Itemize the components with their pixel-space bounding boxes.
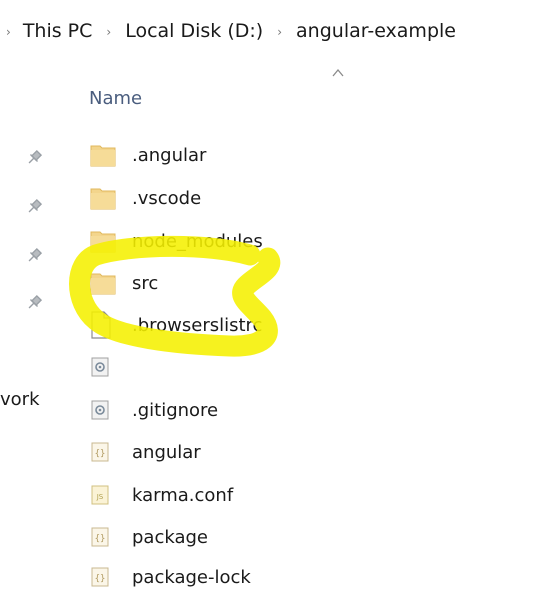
list-item-folder[interactable]: .angular xyxy=(90,140,390,170)
svg-text:{}: {} xyxy=(95,574,106,584)
list-item-folder[interactable]: node_modules xyxy=(90,226,390,256)
file-list: .angular .vscode node_modules src .brows… xyxy=(0,0,548,590)
svg-text:{}: {} xyxy=(95,449,106,459)
config-file-icon xyxy=(90,352,120,382)
js-file-icon: JS xyxy=(90,480,120,510)
list-item-folder[interactable]: src xyxy=(90,268,390,298)
svg-text:JS: JS xyxy=(96,493,104,501)
list-item-file[interactable]: {} package-lock xyxy=(90,562,390,592)
list-item-folder[interactable]: .vscode xyxy=(90,183,390,213)
list-item-file[interactable]: .gitignore xyxy=(90,395,390,425)
list-item-file[interactable]: .browserslistrc xyxy=(90,310,390,340)
list-item-file[interactable]: JS karma.conf xyxy=(90,480,390,510)
folder-icon xyxy=(90,226,120,256)
file-name: .angular xyxy=(132,144,207,166)
file-name: .gitignore xyxy=(132,399,219,421)
blank-file-icon xyxy=(90,310,120,340)
svg-text:{}: {} xyxy=(95,534,106,544)
folder-icon xyxy=(90,268,120,298)
json-file-icon: {} xyxy=(90,437,120,467)
config-file-icon xyxy=(90,395,120,425)
list-item-file[interactable] xyxy=(90,352,390,382)
folder-icon xyxy=(90,183,120,213)
file-name: node_modules xyxy=(132,230,263,252)
folder-icon xyxy=(90,140,120,170)
file-name: package-lock xyxy=(132,566,251,588)
file-name: angular xyxy=(132,441,201,463)
file-name: .browserslistrc xyxy=(132,314,263,336)
list-item-file[interactable]: {} angular xyxy=(90,437,390,467)
list-item-file[interactable]: {} package xyxy=(90,522,390,552)
json-file-icon: {} xyxy=(90,522,120,552)
file-name: karma.conf xyxy=(132,484,234,506)
file-name: .vscode xyxy=(132,187,202,209)
file-name: src xyxy=(132,272,159,294)
json-file-icon: {} xyxy=(90,562,120,592)
file-name: package xyxy=(132,526,208,548)
